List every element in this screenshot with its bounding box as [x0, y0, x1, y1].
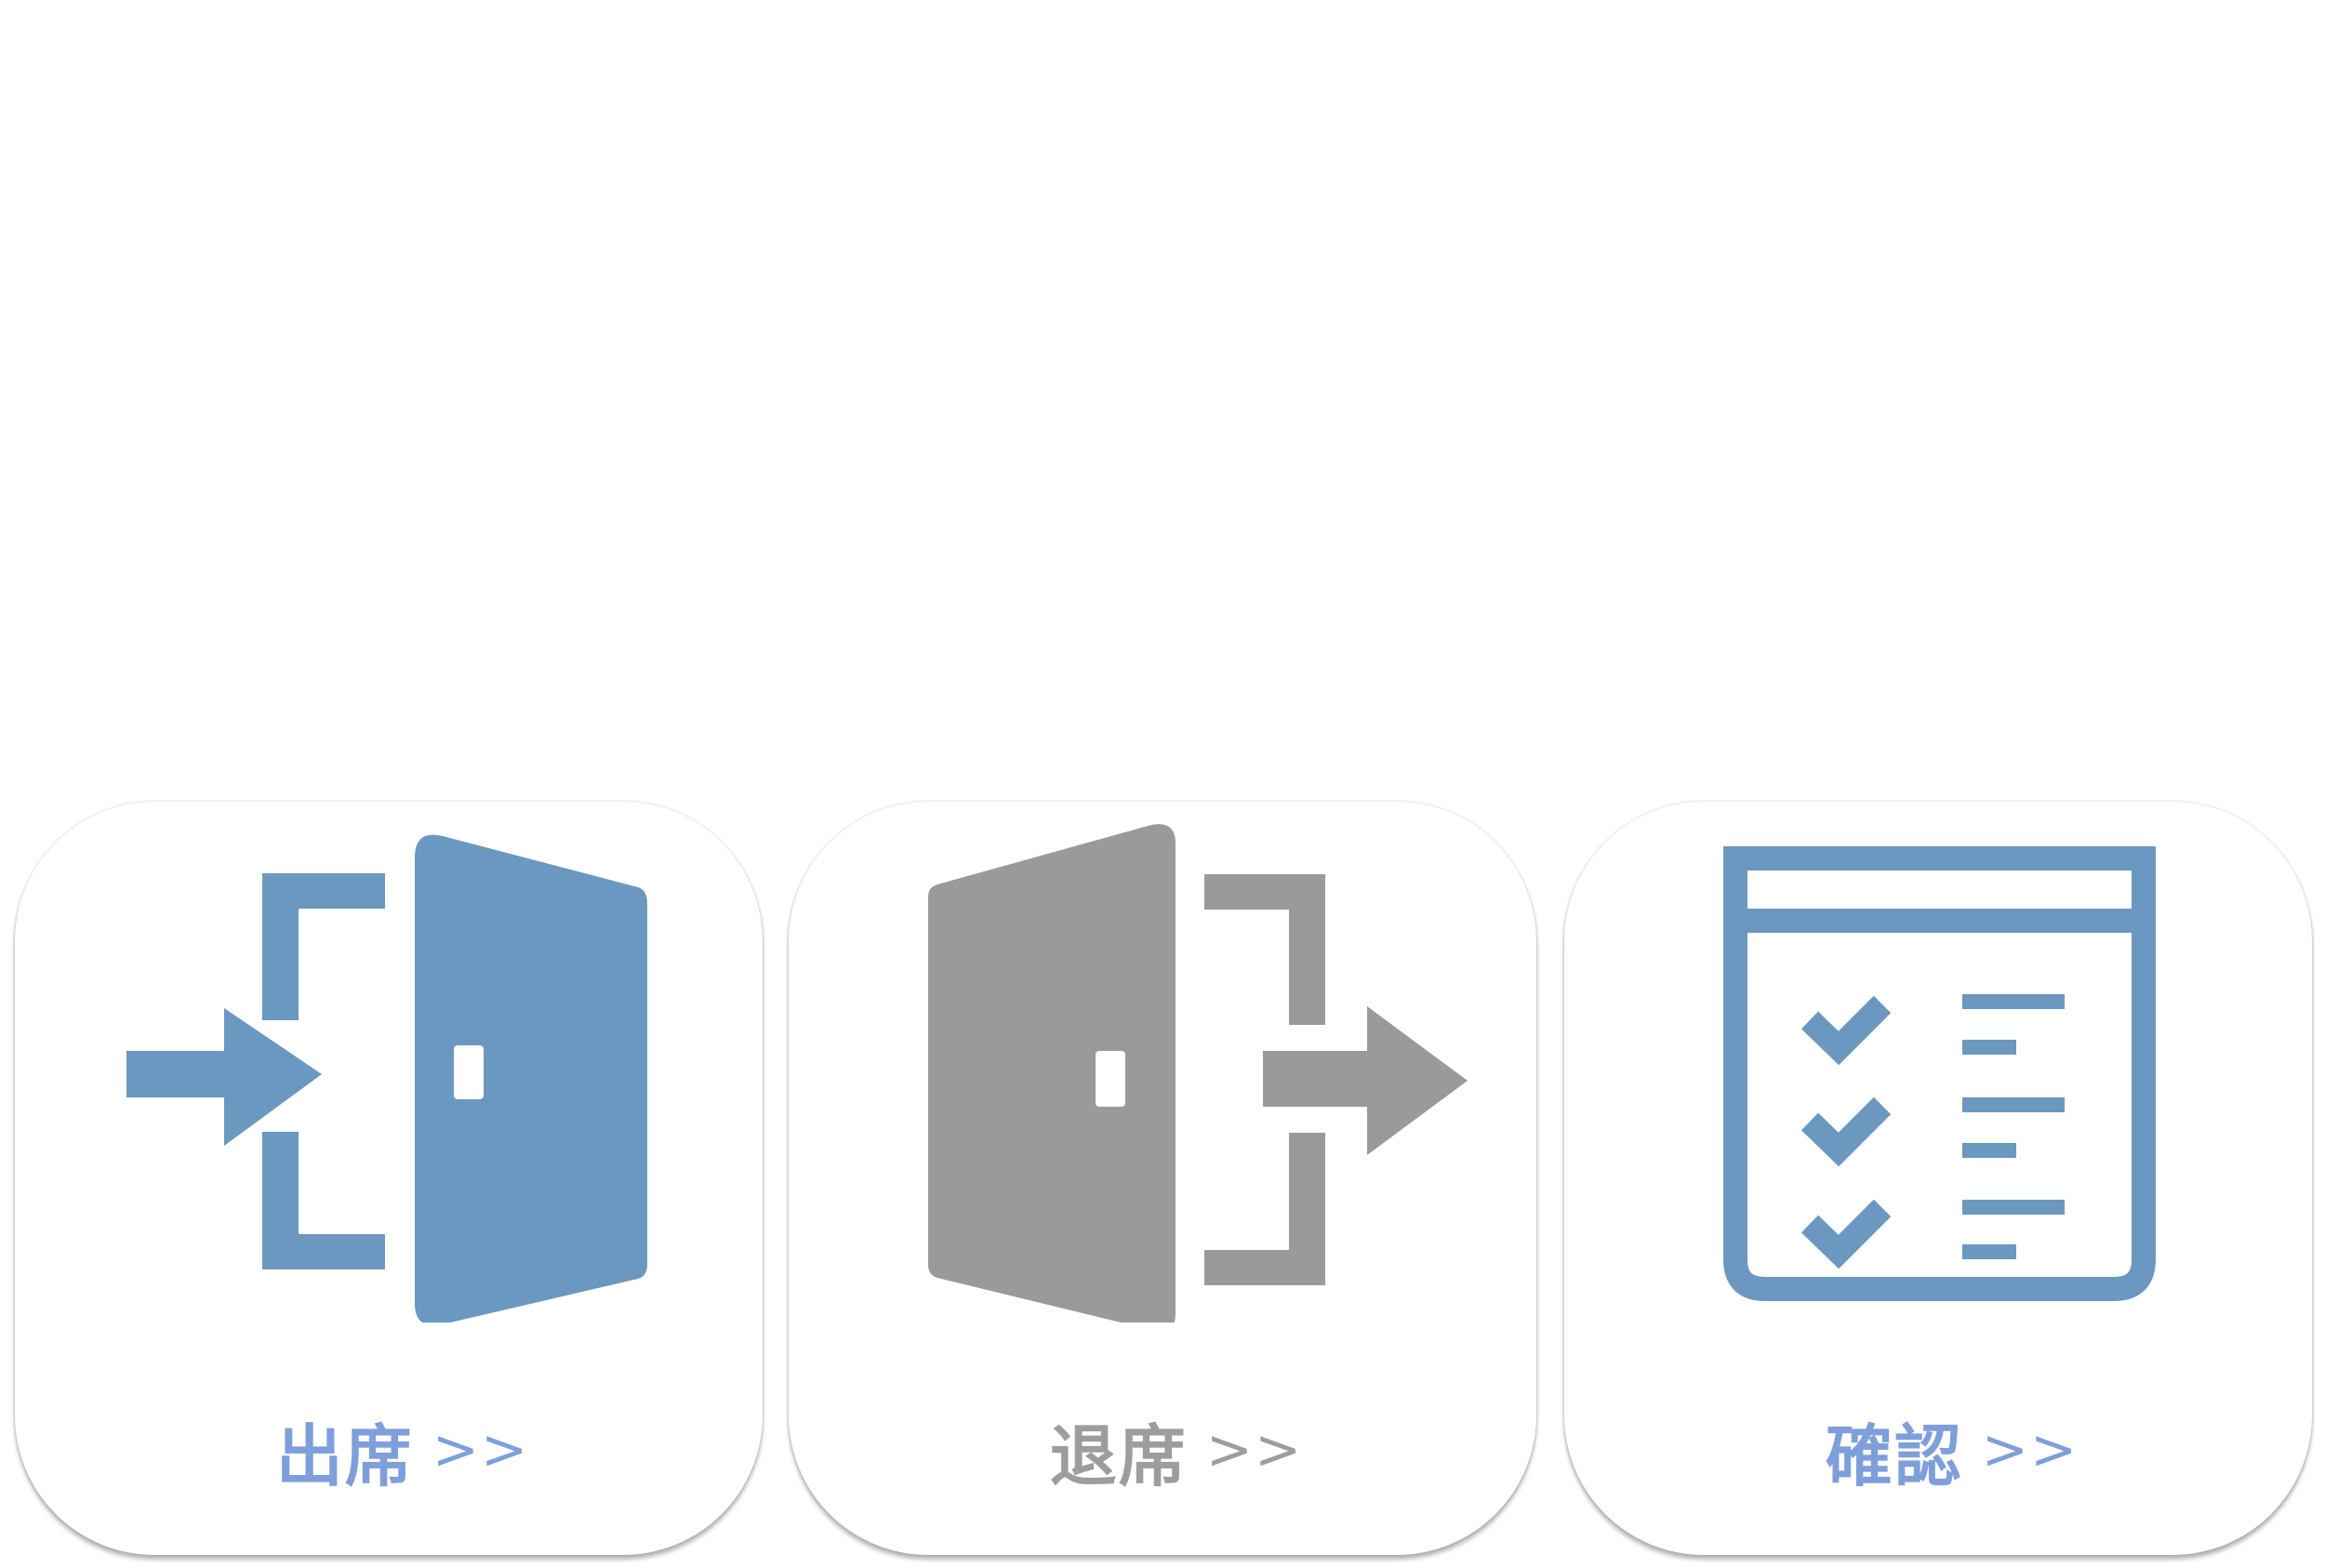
attend-label-row: 出席 >>: [15, 1408, 763, 1495]
confirm-label: 確認: [1825, 1416, 1963, 1495]
attend-button[interactable]: 出席 >>: [15, 802, 763, 1555]
leave-label-row: 退席 >>: [789, 1408, 1536, 1495]
chevron-right-icon: >>: [1981, 1417, 2079, 1482]
exit-door-icon: [928, 824, 1468, 1322]
attend-label: 出席: [275, 1416, 414, 1495]
confirm-button[interactable]: 確認 >>: [1564, 802, 2312, 1555]
confirm-label-row: 確認 >>: [1564, 1408, 2312, 1495]
leave-button[interactable]: 退席 >>: [789, 802, 1536, 1555]
chevron-right-icon: >>: [432, 1417, 530, 1482]
checklist-icon: [1723, 846, 2156, 1301]
chevron-right-icon: >>: [1205, 1417, 1304, 1482]
enter-door-icon: [126, 834, 647, 1322]
leave-label: 退席: [1049, 1416, 1188, 1495]
